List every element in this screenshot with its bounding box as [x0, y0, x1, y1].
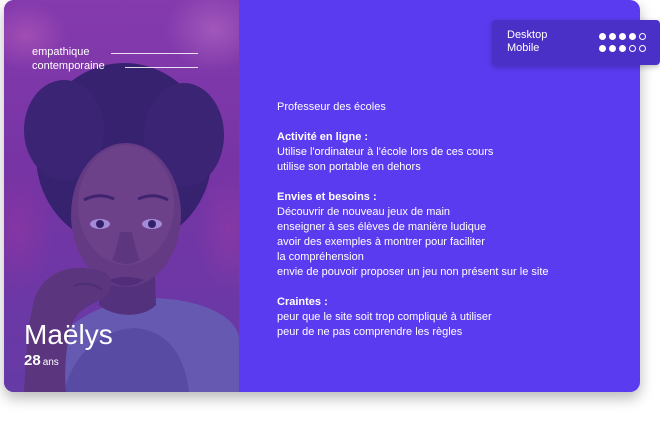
device-label-mobile: Mobile	[507, 42, 540, 54]
trait-label: contemporaine	[32, 60, 105, 72]
trait-divider	[125, 67, 198, 68]
rating-dot-empty	[629, 45, 636, 52]
rating-dot-filled	[619, 33, 626, 40]
age-unit: ans	[42, 357, 59, 368]
section-line: avoir des exemples à montrer pour facili…	[277, 236, 485, 248]
rating-dot-filled	[619, 45, 626, 52]
rating-dots-desktop	[599, 33, 646, 40]
persona-role: Professeur des écoles	[277, 101, 386, 113]
section-line: peur que le site soit trop compliqué à u…	[277, 311, 492, 323]
rating-dots-mobile	[599, 45, 646, 52]
persona-details: Professeur des écoles Activité en ligne …	[277, 100, 617, 340]
trait-label: empathique	[32, 46, 90, 58]
device-label-desktop: Desktop	[507, 29, 548, 41]
age-number: 28	[24, 352, 41, 369]
rating-dot-filled	[629, 33, 636, 40]
rating-dot-empty	[639, 45, 646, 52]
section-line: enseigner à ses élèves de manière ludiqu…	[277, 221, 487, 233]
section-heading-online-activity: Activité en ligne :	[277, 131, 369, 143]
section-line: la compréhension	[277, 251, 364, 263]
persona-age: 28 ans	[24, 352, 59, 370]
section-heading-needs: Envies et besoins :	[277, 191, 377, 203]
rating-dot-filled	[609, 33, 616, 40]
section-line: Utilise l'ordinateur à l'école lors de c…	[277, 146, 494, 158]
section-line: peur de ne pas comprendre les règles	[277, 326, 463, 338]
rating-dot-filled	[599, 45, 606, 52]
persona-name: Maëlys	[24, 319, 113, 350]
rating-dot-empty	[639, 33, 646, 40]
rating-dot-filled	[609, 45, 616, 52]
trait-divider	[111, 53, 198, 54]
rating-dot-filled	[599, 33, 606, 40]
section-heading-fears: Craintes :	[277, 296, 328, 308]
device-usage-panel: Desktop Mobile	[492, 20, 660, 65]
section-line: utilise son portable en dehors	[277, 161, 421, 173]
section-line: envie de pouvoir proposer un jeu non pré…	[277, 266, 549, 278]
section-line: Découvrir de nouveau jeux de main	[277, 206, 451, 218]
